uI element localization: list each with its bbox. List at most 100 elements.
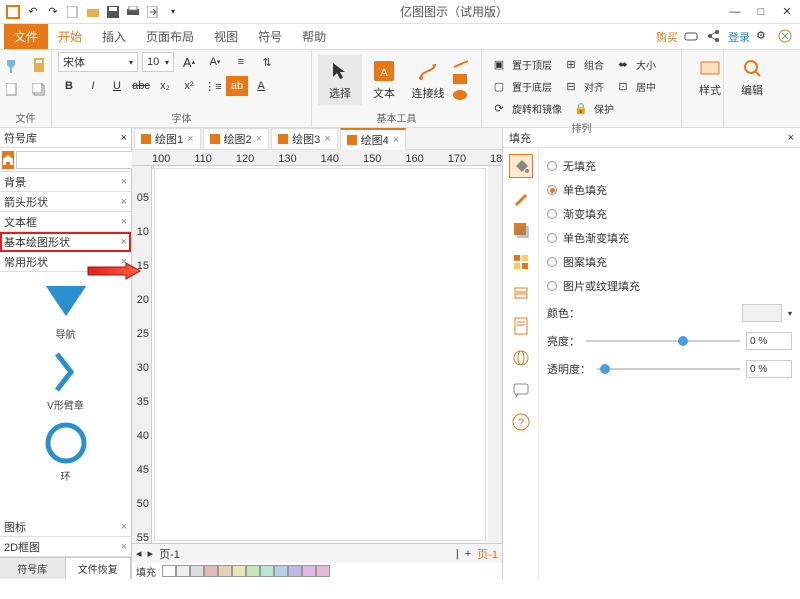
cut-icon[interactable] [2,80,24,100]
tab-layout[interactable]: 页面布局 [136,24,204,49]
fill-shadow-icon[interactable] [509,218,533,242]
font-grow-icon[interactable]: A▴ [178,52,200,72]
align-left-icon[interactable]: ≡ [230,52,252,72]
swatch[interactable] [176,565,190,577]
bring-front-icon[interactable]: ▣ [488,54,510,74]
foot-tab-recover[interactable]: 文件恢复 [66,558,132,579]
lib-home-icon[interactable] [2,151,14,169]
doc-tab[interactable]: 绘图4× [340,128,407,150]
tab-help[interactable]: 帮助 [292,24,336,49]
connector-tool[interactable]: 连接线 [406,55,450,105]
redo-icon[interactable]: ↷ [44,3,62,21]
swatch[interactable] [246,565,260,577]
login-link[interactable]: 登录 [728,29,750,45]
size-icon[interactable]: ⬌ [612,54,634,74]
cat-close-icon[interactable]: × [121,236,127,248]
text-tool[interactable]: A 文本 [362,55,406,105]
cat-textbox[interactable]: 文本框× [0,212,131,232]
cat-close-icon[interactable]: × [121,176,127,188]
doc-tab[interactable]: 绘图2× [203,128,270,149]
new-icon[interactable] [64,3,82,21]
bold-icon[interactable]: B [58,76,80,96]
select-tool[interactable]: 选择 [318,55,362,105]
fill-close-icon[interactable]: × [788,132,794,144]
bullets-icon[interactable]: ⋮≡ [202,76,224,96]
shape-rect-icon[interactable] [452,73,470,85]
align-icon[interactable]: ⊟ [560,76,582,96]
swatch[interactable] [190,565,204,577]
highlight-icon[interactable]: ab [226,76,248,96]
fill-bucket-icon[interactable] [509,154,533,178]
cat-close-icon[interactable]: × [121,196,127,208]
wondershare-icon[interactable] [778,29,794,45]
cat-2dframe[interactable]: 2D框图× [0,537,131,557]
tab-start[interactable]: 开始 [48,24,92,49]
maximize-icon[interactable]: □ [752,3,770,21]
tab-symbol[interactable]: 符号 [248,24,292,49]
tab-view[interactable]: 视图 [204,24,248,49]
buy-link[interactable]: 购买 [656,29,678,45]
font-shrink-icon[interactable]: A▾ [204,52,226,72]
swatch[interactable] [316,565,330,577]
swatch[interactable] [274,565,288,577]
fill-theme-icon[interactable] [509,250,533,274]
fill-option[interactable]: 图片或纹理填充 [547,278,792,294]
cat-basic-shapes[interactable]: 基本绘图形状× [0,232,131,252]
font-size-select[interactable]: 10▾ [142,52,174,72]
cat-icons[interactable]: 图标× [0,517,131,537]
shape-ring[interactable]: 环 [4,418,127,483]
strike-icon[interactable]: abc [130,76,152,96]
shape-chevron[interactable]: V形臂章 [4,347,127,412]
cloud-icon[interactable] [684,29,700,45]
brightness-value[interactable]: 0 % [746,332,792,350]
scrollbar-v[interactable] [488,166,502,543]
tab-close-icon[interactable]: × [187,133,193,145]
rotate-icon[interactable]: ⟳ [488,98,510,118]
send-back-icon[interactable]: ▢ [488,76,510,96]
page-nav-prev-icon[interactable]: ◂ [136,547,142,560]
shape-ellipse-icon[interactable] [452,89,470,101]
open-icon[interactable] [84,3,102,21]
fill-layers-icon[interactable] [509,282,533,306]
undo-icon[interactable]: ↶ [24,3,42,21]
print-icon[interactable] [124,3,142,21]
cat-arrows[interactable]: 箭头形状× [0,192,131,212]
copy-icon[interactable] [28,80,50,100]
line-spacing-icon[interactable]: ⇅ [256,52,278,72]
cat-background[interactable]: 背景× [0,172,131,192]
cat-close-icon[interactable]: × [121,256,127,268]
close-icon[interactable]: ✕ [778,3,796,21]
color-picker[interactable] [742,304,782,322]
font-name-select[interactable]: 宋体▾ [58,52,138,72]
doc-tab[interactable]: 绘图1× [134,128,201,149]
tab-close-icon[interactable]: × [324,133,330,145]
page-label[interactable]: 页-1 [159,546,180,562]
add-page-icon[interactable]: + [465,548,471,560]
shape-nav[interactable]: 导航 [4,276,127,341]
opacity-slider[interactable] [597,368,740,370]
fill-option[interactable]: 单色填充 [547,182,792,198]
save-icon[interactable] [104,3,122,21]
foot-tab-lib[interactable]: 符号库 [0,558,66,579]
subscript-icon[interactable]: x₂ [154,76,176,96]
page-highlight[interactable]: 页-1 [477,546,498,562]
opacity-value[interactable]: 0 % [746,360,792,378]
tab-close-icon[interactable]: × [256,133,262,145]
doc-tab[interactable]: 绘图3× [271,128,338,149]
swatch[interactable] [288,565,302,577]
underline-icon[interactable]: U [106,76,128,96]
brightness-slider[interactable] [586,340,740,342]
fill-option[interactable]: 渐变填充 [547,206,792,222]
format-painter-icon[interactable] [2,56,24,76]
lock-icon[interactable]: 🔒 [570,98,592,118]
italic-icon[interactable]: I [82,76,104,96]
superscript-icon[interactable]: x² [178,76,200,96]
share-icon[interactable] [706,29,722,45]
cat-close-icon[interactable]: × [121,541,127,553]
cat-common[interactable]: 常用形状× [0,252,131,272]
fill-page-icon[interactable] [509,314,533,338]
swatch[interactable] [162,565,176,577]
fill-option[interactable]: 单色渐变填充 [547,230,792,246]
shape-line-icon[interactable] [452,59,470,69]
fill-help-icon[interactable]: ? [509,410,533,434]
